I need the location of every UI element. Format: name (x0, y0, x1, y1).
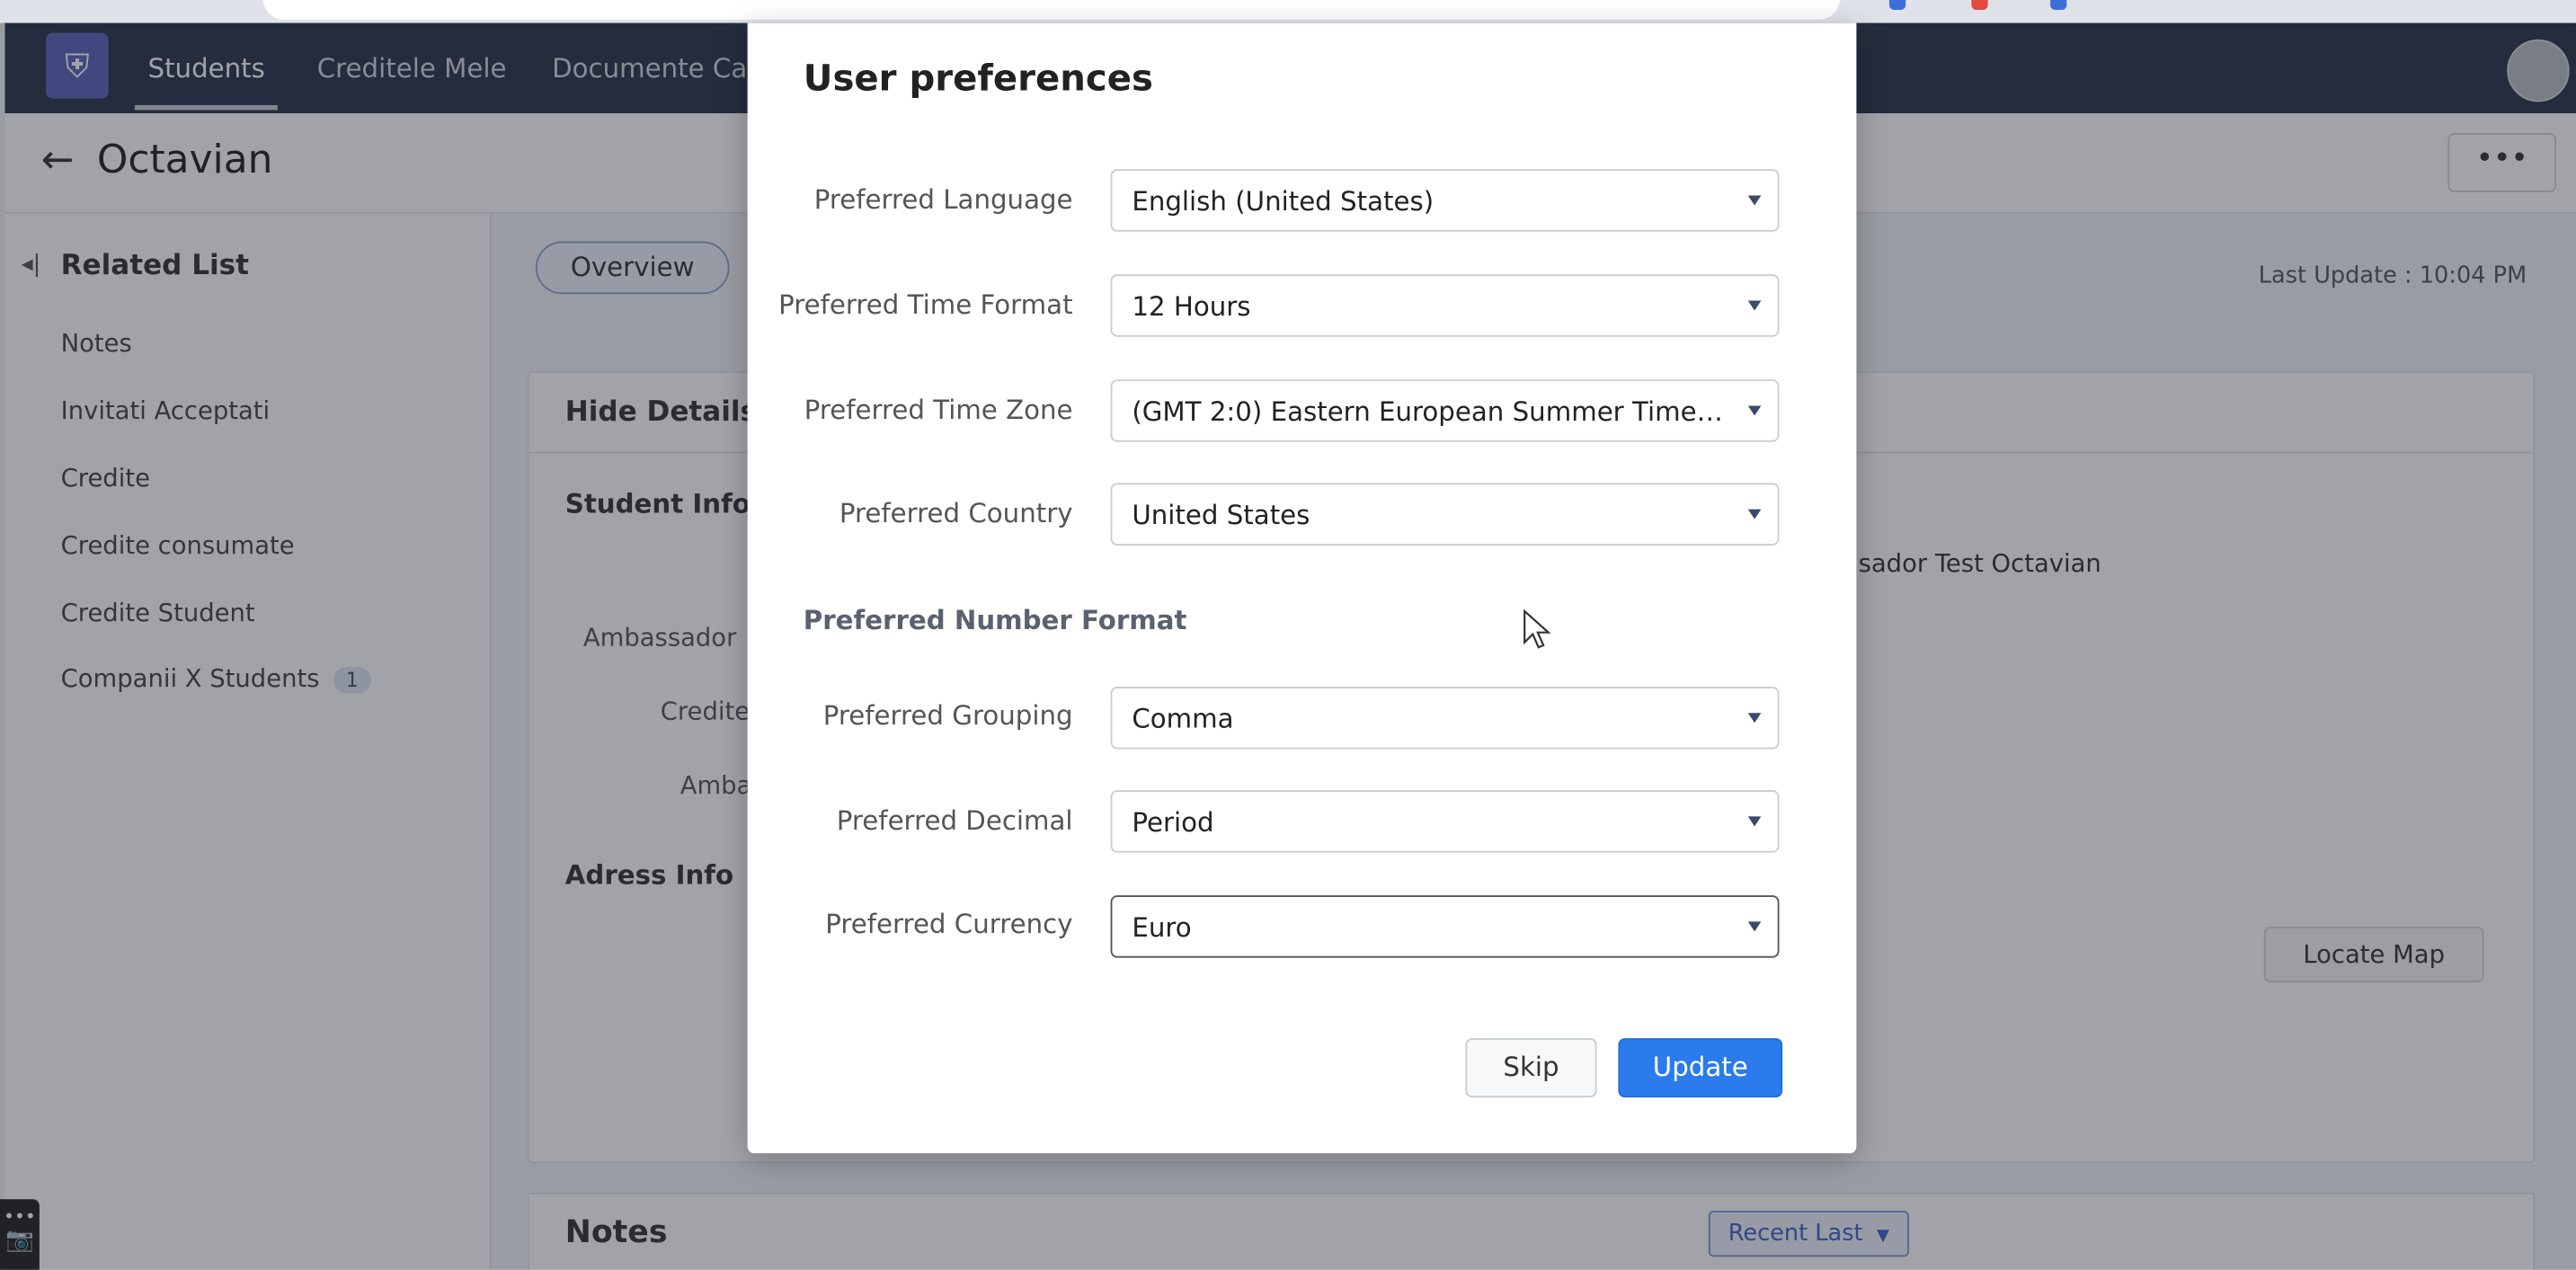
preferred-language-label: Preferred Language (813, 183, 1073, 216)
preferred-currency-select[interactable]: Euro (1110, 895, 1780, 958)
user-preferences-dialog: User preferences Preferred Language Engl… (747, 22, 1857, 1154)
preferred-time-format-label: Preferred Time Format (778, 289, 1073, 321)
preferred-country-value: United States (1132, 499, 1310, 531)
chevron-down-icon (1747, 195, 1762, 206)
dialog-title: User preferences (803, 58, 1153, 101)
preferred-language-value: English (United States) (1132, 185, 1435, 218)
chevron-down-icon (1747, 713, 1762, 724)
preferred-time-zone-value: (GMT 2:0) Eastern European Summer Time (… (1132, 395, 1724, 428)
preferred-grouping-label: Preferred Grouping (822, 699, 1073, 732)
preferred-currency-value: Euro (1132, 911, 1192, 944)
preferred-time-zone-select[interactable]: (GMT 2:0) Eastern European Summer Time (… (1110, 379, 1780, 442)
preferred-time-format-value: 12 Hours (1132, 290, 1251, 323)
browser-toolbar (0, 0, 2576, 23)
app-viewport: ⛨ Students Creditele Mele Documente Ca ←… (0, 0, 2576, 1270)
chevron-down-icon (1747, 300, 1762, 311)
number-format-heading: Preferred Number Format (803, 604, 1187, 636)
address-bar[interactable] (262, 0, 1841, 20)
mouse-cursor-icon (1523, 609, 1551, 649)
extension-icon[interactable] (1971, 0, 1988, 10)
preferred-decimal-label: Preferred Decimal (836, 804, 1073, 837)
skip-button[interactable]: Skip (1465, 1038, 1597, 1097)
chevron-down-icon (1747, 816, 1762, 827)
preferred-language-select[interactable]: English (United States) (1110, 169, 1780, 232)
chevron-down-icon (1747, 509, 1762, 520)
preferred-time-format-select[interactable]: 12 Hours (1110, 274, 1780, 337)
preferred-currency-label: Preferred Currency (825, 908, 1073, 940)
update-button[interactable]: Update (1618, 1038, 1783, 1097)
preferred-country-select[interactable]: United States (1110, 483, 1780, 546)
preferred-time-zone-label: Preferred Time Zone (804, 394, 1073, 426)
chevron-down-icon (1747, 921, 1762, 932)
chevron-down-icon (1747, 405, 1762, 416)
extension-icon[interactable] (2050, 0, 2067, 10)
extension-icon[interactable] (1888, 0, 1906, 10)
preferred-decimal-select[interactable]: Period (1110, 790, 1780, 853)
preferred-country-label: Preferred Country (839, 497, 1073, 529)
preferred-grouping-select[interactable]: Comma (1110, 687, 1780, 750)
preferred-grouping-value: Comma (1132, 703, 1234, 735)
preferred-decimal-value: Period (1132, 806, 1214, 839)
